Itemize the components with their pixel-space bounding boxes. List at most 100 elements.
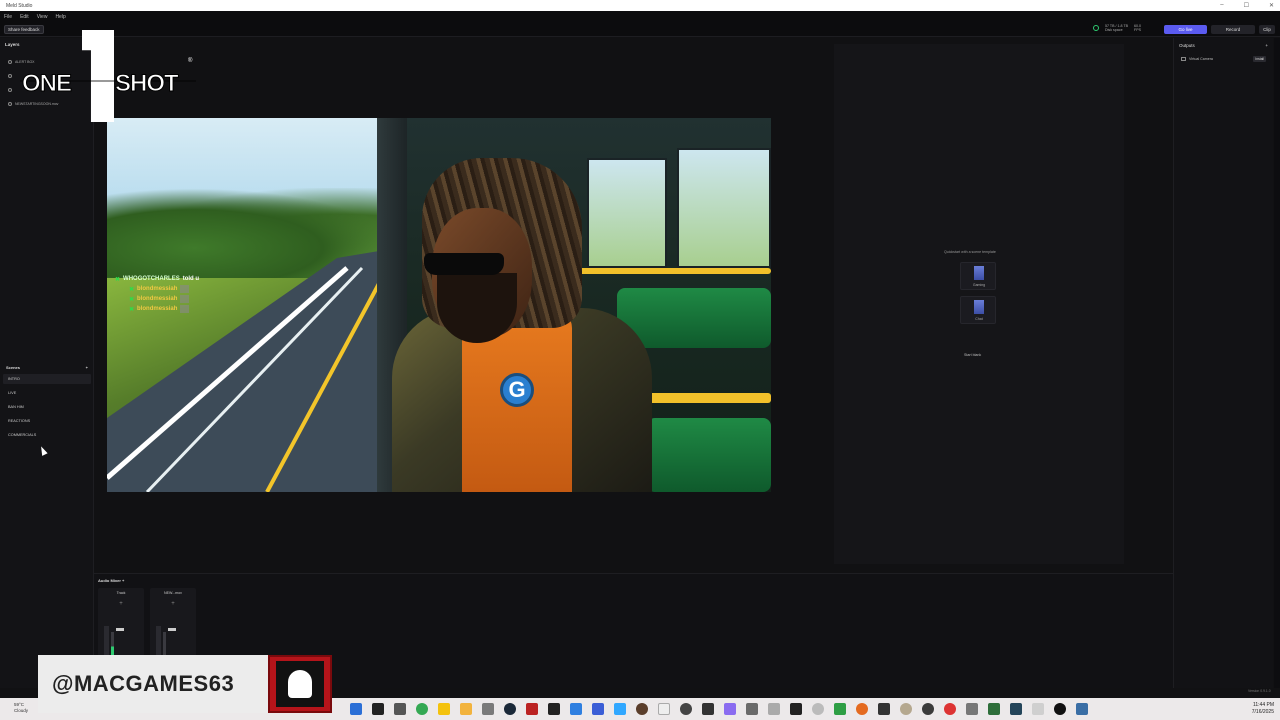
volume-fader[interactable] (104, 626, 109, 656)
channel-name: Track (116, 591, 126, 595)
visibility-eye-icon[interactable] (8, 101, 12, 106)
visibility-eye-icon[interactable] (8, 87, 12, 92)
taskbar-app-icon[interactable] (790, 703, 802, 715)
menu-view[interactable]: View (37, 14, 48, 20)
output-virtual-camera[interactable]: Virtual Camera Install (1174, 53, 1273, 65)
visibility-eye-icon[interactable] (8, 59, 12, 64)
taskbar-app-icon[interactable] (636, 703, 648, 715)
chat-user: blondmessiah (137, 286, 178, 292)
add-scene-button[interactable]: + (86, 365, 88, 370)
fader-knob[interactable] (116, 628, 124, 631)
level-meter (163, 632, 166, 656)
emote-icon (180, 305, 190, 313)
go-live-button[interactable]: Go live (1164, 25, 1207, 34)
photoshop-icon[interactable] (614, 703, 626, 715)
outputs-header: Outputs + (1174, 38, 1273, 53)
taskbar-app-icon[interactable] (746, 703, 758, 715)
weather-widget[interactable]: 59°C Cloudy (14, 702, 28, 714)
camera-icon (1181, 57, 1186, 61)
taskbar-app-icon[interactable] (372, 703, 384, 715)
taskbar-app-icon[interactable] (812, 703, 824, 715)
folder-icon[interactable] (460, 703, 472, 715)
clock-date: 7/16/2025 (1251, 709, 1274, 715)
templates-title: Quickstart with a scene template (944, 250, 996, 254)
character-illustration: G (392, 158, 652, 492)
social-handle: @MACGAMES63 (52, 671, 235, 696)
system-clock[interactable]: 11:44 PM 7/16/2025 (1252, 702, 1274, 716)
taskbar-app-icon[interactable] (1010, 703, 1022, 715)
taskbar-app-icon[interactable] (724, 703, 736, 715)
visibility-eye-icon[interactable] (8, 73, 12, 78)
taskbar-app-icon[interactable] (1032, 703, 1044, 715)
outputs-title: Outputs (1179, 43, 1195, 48)
taskbar-app-icon[interactable] (944, 703, 956, 715)
taskbar-app-icon[interactable] (856, 703, 868, 715)
taskbar-app-icon[interactable] (1076, 703, 1088, 715)
taskbar-app-icon[interactable] (1054, 703, 1066, 715)
record-button[interactable]: Record (1211, 25, 1255, 34)
taskbar-app-icon[interactable] (482, 703, 494, 715)
scene-preview[interactable]: G ✖ WHOGOTCHARLES told u ✖ blondmessiah … (107, 118, 771, 492)
taskbar-app-icon[interactable] (548, 703, 560, 715)
minimize-icon[interactable]: – (1220, 2, 1223, 9)
taskbar-app-icon[interactable] (834, 703, 846, 715)
version-label: Version 0.9.1.0 (1248, 689, 1271, 693)
taskbar-app-icon[interactable] (592, 703, 604, 715)
snapchat-ghost-icon (288, 670, 312, 698)
stats-readout: 57 TB / 1.8 TB Disk space 60.0 FPS (1093, 24, 1141, 32)
taskbar-app-icon[interactable] (570, 703, 582, 715)
weather-temp: 59°C (14, 702, 25, 707)
menu-help[interactable]: Help (55, 14, 65, 20)
taskbar-app-icon[interactable] (680, 703, 692, 715)
scene-item-intro[interactable]: INTRO (3, 374, 91, 384)
chrome-icon[interactable] (416, 703, 428, 715)
taskbar-app-icon[interactable] (526, 703, 538, 715)
logo-text-right: SHOT (115, 70, 180, 98)
taskbar-app-icon[interactable] (702, 703, 714, 715)
template-gaming[interactable]: Gaming (960, 262, 996, 290)
scene-item-live[interactable]: LIVE (3, 388, 91, 398)
taskbar-app-icon[interactable] (350, 703, 362, 715)
template-chat[interactable]: Chat (960, 296, 996, 324)
scene-item-commercials[interactable]: COMMERCIALS (3, 430, 91, 440)
scene-item-reactions[interactable]: REACTIONS (3, 416, 91, 426)
taskbar-app-icon[interactable] (438, 703, 450, 715)
mixer-channel[interactable]: Track + (98, 588, 144, 658)
add-filter-icon[interactable]: + (150, 601, 196, 607)
taskbar-app-icon[interactable] (988, 703, 1000, 715)
close-icon[interactable]: ✕ (1269, 2, 1274, 9)
taskbar-app-icon[interactable] (966, 703, 978, 715)
menu-edit[interactable]: Edit (20, 14, 29, 20)
snapchat-logo-inner (276, 661, 324, 707)
outputs-panel: Outputs + Virtual Camera Install (1173, 38, 1273, 688)
badge-icon: ✖ (115, 276, 121, 283)
add-output-button[interactable]: + (1265, 43, 1268, 48)
start-blank-button[interactable]: Start blank (964, 353, 981, 357)
clip-button[interactable]: Clip (1259, 25, 1275, 34)
taskbar-app-icon[interactable] (878, 703, 890, 715)
mixer-header: Audio Mixer + (94, 574, 1173, 587)
taskbar-app-icon[interactable] (394, 703, 406, 715)
taskbar-app-icon[interactable] (900, 703, 912, 715)
chat-user: blondmessiah (137, 296, 178, 302)
mixer-channel[interactable]: NEW...mov + (150, 588, 196, 658)
template-label: Gaming (972, 283, 986, 287)
steam-icon[interactable] (504, 703, 516, 715)
taskbar-app-icon[interactable] (658, 703, 670, 715)
menu-file[interactable]: File (4, 14, 12, 20)
maximize-icon[interactable]: ☐ (1244, 2, 1249, 9)
add-channel-button[interactable]: + (122, 578, 124, 583)
add-filter-icon[interactable]: + (98, 601, 144, 607)
logo-registered: ® (188, 58, 193, 64)
fps-label: FPS (1134, 28, 1142, 32)
taskbar-app-icon[interactable] (768, 703, 780, 715)
one-shot-logo: ONE SHOT ® (20, 30, 198, 124)
fader-knob[interactable] (168, 628, 176, 631)
chat-line: ✖ blondmessiah (115, 294, 199, 304)
taskbar-app-icon[interactable] (922, 703, 934, 715)
chat-overlay: ✖ WHOGOTCHARLES told u ✖ blondmessiah ✖ … (115, 274, 199, 314)
scene-item-ban-him[interactable]: BAN HIM (3, 402, 91, 412)
install-button[interactable]: Install (1253, 56, 1266, 62)
volume-fader[interactable] (156, 626, 161, 656)
right-scrollbar[interactable] (1274, 38, 1280, 688)
